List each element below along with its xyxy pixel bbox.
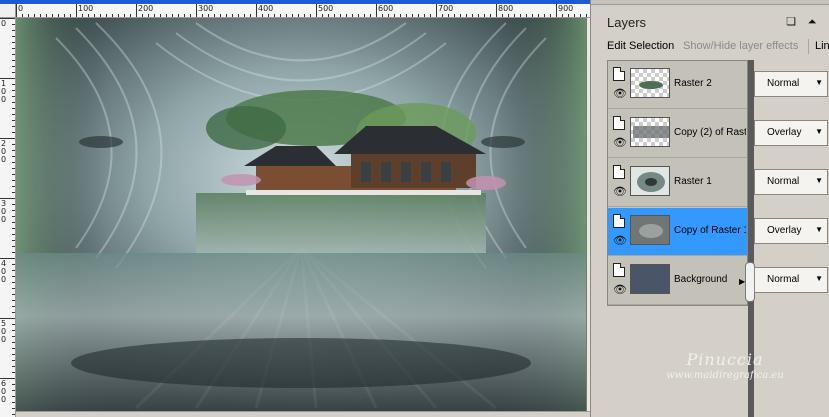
dropdown-arrow-icon: ▼	[815, 78, 823, 87]
layer-name: Raster 1	[674, 176, 712, 187]
eye-icon[interactable]: 👁	[612, 186, 628, 198]
artwork	[16, 18, 586, 411]
layer-name: Background	[674, 274, 728, 285]
layer-icons: 👁	[611, 163, 629, 203]
blend-mode-value: Normal	[767, 176, 800, 187]
layer-name: Copy (2) of Raster 1	[674, 127, 746, 138]
layer-icons: 👁	[611, 65, 629, 105]
h-ruler-label: 100	[78, 4, 94, 13]
panel-titlebar: Layers ❏ ⏶	[591, 6, 829, 36]
layer-type-icon	[613, 165, 625, 179]
v-ruler-label: 4 0 0	[1, 259, 7, 284]
blend-mode-value: Normal	[767, 274, 800, 285]
layer-type-icon	[613, 214, 625, 228]
panel-toolbar: Edit Selection Show/Hide layer effects L…	[591, 36, 829, 58]
layer-thumbnail	[630, 166, 670, 196]
expand-arrow-icon[interactable]: ▶	[739, 277, 745, 286]
h-ruler-label: 0	[18, 4, 24, 13]
ruler-corner	[0, 4, 16, 18]
toolbar-separator	[808, 39, 809, 54]
psp-window: 0 100 200 300 400 500 600 700 800 900 0 …	[0, 0, 829, 417]
dropdown-arrow-icon: ▼	[815, 225, 823, 234]
layer-row-raster-2[interactable]: 👁 Raster 2	[608, 61, 747, 109]
dropdown-arrow-icon: ▼	[815, 176, 823, 185]
layer-row-raster-1[interactable]: 👁 Raster 1	[608, 159, 747, 207]
blend-mode-select[interactable]: Overlay ▼	[754, 218, 828, 244]
v-ruler-label: 2 0 0	[1, 139, 7, 164]
eye-icon[interactable]: 👁	[612, 137, 628, 149]
panel-title: Layers	[607, 15, 647, 30]
layer-thumbnail	[630, 117, 670, 147]
h-ruler-label: 900	[558, 4, 574, 13]
layer-type-icon	[613, 67, 625, 81]
blend-mode-value: Normal	[767, 78, 800, 89]
h-ruler-label: 600	[378, 4, 394, 13]
layer-row-background[interactable]: 👁 Background	[608, 257, 747, 305]
v-ruler-label: 1 0 0	[1, 79, 7, 104]
layer-row-copy-2-raster-1[interactable]: 👁 Copy (2) of Raster 1	[608, 110, 747, 158]
horizontal-ruler: 0 100 200 300 400 500 600 700 800 900	[16, 4, 590, 18]
dropdown-arrow-icon: ▼	[815, 274, 823, 283]
h-ruler-label: 700	[438, 4, 454, 13]
panel-top-strip	[591, 0, 829, 5]
h-ruler-label: 500	[318, 4, 334, 13]
h-ruler-label: 200	[138, 4, 154, 13]
pin-icon[interactable]: ⏶	[805, 16, 819, 28]
layer-icons: 👁	[611, 261, 629, 301]
link-button[interactable]: Lin	[815, 40, 829, 52]
blend-mode-value: Overlay	[767, 225, 802, 236]
dock-icon[interactable]: ❏	[784, 16, 798, 28]
blend-mode-select[interactable]: Normal ▼	[754, 169, 828, 195]
vertical-ruler: 0 1 0 0 2 0 0 3 0 0 4 0 0 5 0 0 6 0 0	[0, 18, 16, 417]
watermark-url: www.maidiregrafica.eu	[666, 370, 784, 381]
v-ruler-label: 0	[1, 19, 7, 28]
v-ruler-label: 5 0 0	[1, 319, 7, 344]
watermark-title: Pinuccia	[686, 350, 764, 369]
v-ruler-label: 6 0 0	[1, 379, 7, 404]
blend-mode-select[interactable]: Overlay ▼	[754, 120, 828, 146]
layer-name: Raster 2	[674, 78, 712, 89]
edit-selection-button[interactable]: Edit Selection	[607, 40, 674, 52]
show-hide-effects-button[interactable]: Show/Hide layer effects	[683, 40, 798, 52]
layer-icons: 👁	[611, 114, 629, 154]
watermark: Pinuccia www.maidiregrafica.eu	[625, 350, 825, 381]
blend-mode-select[interactable]: Normal ▼	[754, 71, 828, 97]
h-ruler-label: 400	[258, 4, 274, 13]
v-ruler-label: 3 0 0	[1, 199, 7, 224]
layer-icons: 👁	[611, 212, 629, 252]
blend-mode-select[interactable]: Normal ▼	[754, 267, 828, 293]
h-ruler-label: 800	[498, 4, 514, 13]
blend-mode-value: Overlay	[767, 127, 802, 138]
eye-icon[interactable]: 👁	[612, 235, 628, 247]
layer-row-copy-raster-1[interactable]: 👁 Copy of Raster 1	[608, 208, 747, 256]
eye-icon[interactable]: 👁	[612, 284, 628, 296]
layer-thumbnail	[630, 68, 670, 98]
h-ruler-label: 300	[198, 4, 214, 13]
layer-name: Copy of Raster 1	[674, 225, 746, 236]
canvas-image[interactable]	[16, 18, 587, 411]
layer-thumbnail	[630, 215, 670, 245]
layer-type-icon	[613, 263, 625, 277]
layer-thumbnail	[630, 264, 670, 294]
horizontal-scrollbar[interactable]	[16, 411, 590, 417]
layer-list: 👁 Raster 2 👁 Copy (2) of Raster 1	[607, 60, 748, 306]
layer-type-icon	[613, 116, 625, 130]
dropdown-arrow-icon: ▼	[815, 127, 823, 136]
eye-icon[interactable]: 👁	[612, 88, 628, 100]
canvas-pane: 0 100 200 300 400 500 600 700 800 900 0 …	[0, 0, 590, 417]
